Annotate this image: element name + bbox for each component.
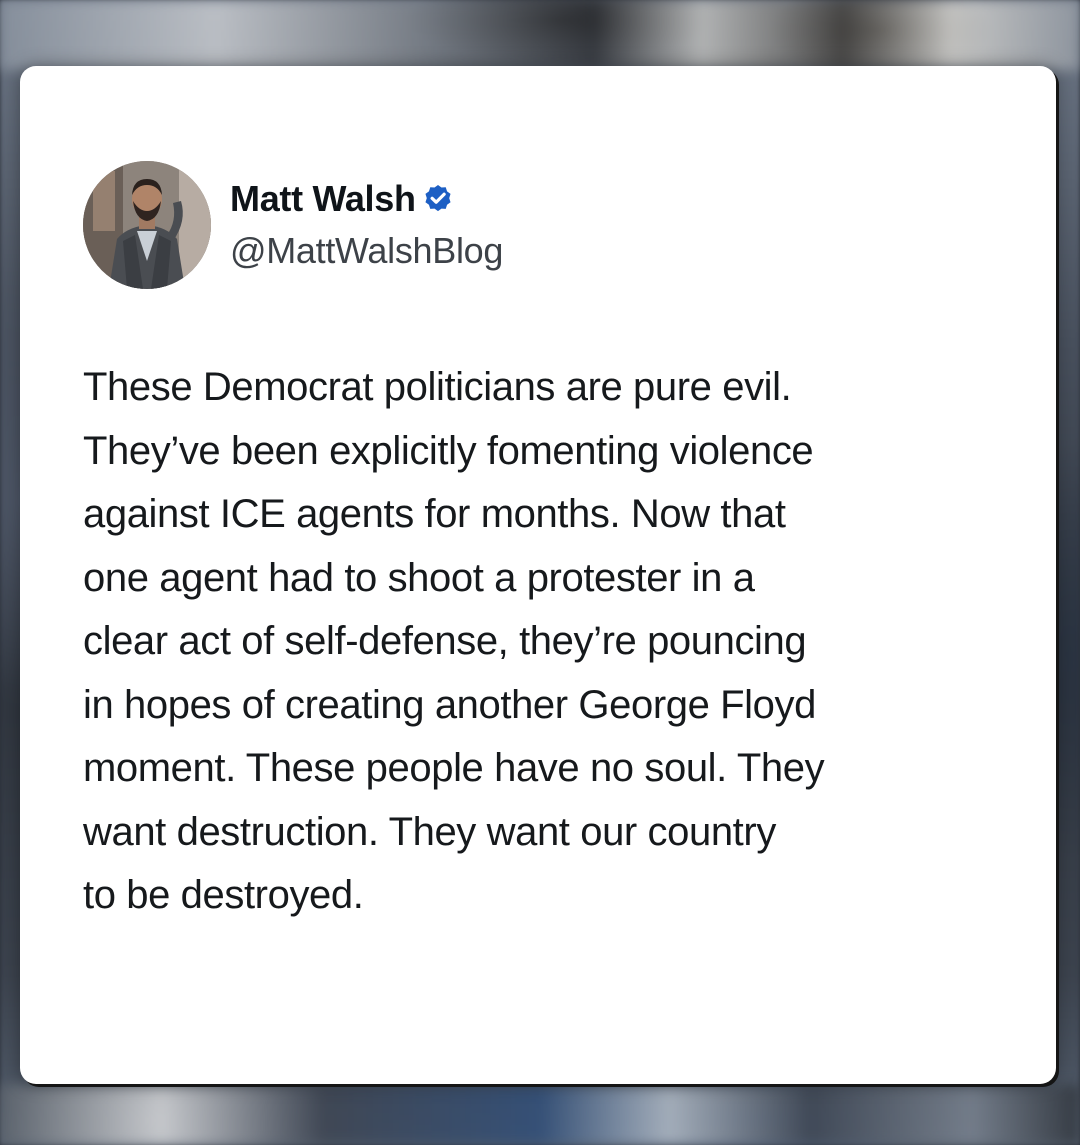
avatar[interactable] [83,161,211,289]
verified-badge-icon [422,183,454,215]
blurred-background-bottom [0,1085,1080,1145]
blurred-background-top [0,0,1080,70]
tweet-body-text: These Democrat politicians are pure evil… [83,365,825,917]
profile-photo-icon [83,161,211,289]
author-name-row: Matt Walsh [230,176,454,222]
author-display-name[interactable]: Matt Walsh [230,178,416,220]
tweet-card: Matt Walsh @MattWalshBlog These Democrat… [20,66,1056,1084]
author-handle[interactable]: @MattWalshBlog [230,230,503,272]
